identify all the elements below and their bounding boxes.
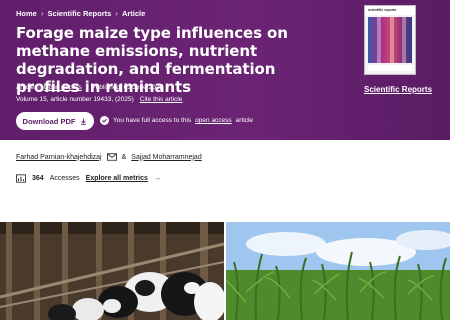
check-circle-icon [100, 116, 109, 125]
barn-illustration [0, 222, 224, 320]
cornfield-illustration [226, 222, 450, 320]
cover-title: scientific reports [365, 6, 415, 15]
download-pdf-button[interactable]: Download PDF [16, 112, 94, 130]
explore-all-metrics-link[interactable]: Explore all metrics [86, 175, 148, 182]
volume-info: Volume 15, article number 19433, (2025) [16, 96, 134, 103]
meta-divider: | [38, 84, 40, 91]
author-link[interactable]: Farhad Parnian-khajehdizaj [16, 154, 102, 161]
access-note: You have full access to this open access… [100, 116, 253, 125]
article-header-banner: Home › Scientific Reports › Article Fora… [0, 0, 450, 140]
cornfield-photo [226, 222, 450, 320]
arrow-right-icon: → [153, 175, 161, 182]
download-pdf-label: Download PDF [22, 116, 76, 126]
accesses-count: 364 [32, 175, 44, 182]
cover-stripe [390, 17, 394, 63]
breadcrumb-home-link[interactable]: Home [16, 9, 37, 18]
article-citation-meta: Volume 15, article number 19433, (2025) … [16, 96, 182, 103]
breadcrumb-section-link[interactable]: Scientific Reports [48, 9, 112, 18]
cover-stripe [377, 17, 381, 63]
breadcrumb-separator: › [40, 9, 44, 18]
meta-divider: | [85, 84, 88, 91]
article-type: Article [16, 84, 35, 91]
journal-name-link[interactable]: Scientific Reports [364, 85, 432, 94]
cows-in-barn-photo [0, 222, 224, 320]
access-note-prefix: You have full access to this [113, 117, 192, 124]
download-icon [81, 118, 87, 125]
breadcrumb-current: Article [121, 9, 146, 18]
open-access-link[interactable]: Open access [44, 84, 82, 91]
cite-this-article-link[interactable]: Cite this article [140, 96, 183, 103]
author-list: Farhad Parnian-khajehdizaj & Sajjad Moha… [16, 153, 202, 161]
bar-chart-icon [16, 174, 26, 183]
published-date: Published: 03 June 2025 [91, 84, 163, 91]
breadcrumb: Home › Scientific Reports › Article [16, 9, 145, 18]
accesses-label: Accesses [49, 175, 80, 182]
journal-cover-image[interactable]: scientific reports [364, 5, 416, 75]
access-note-suffix: article [235, 117, 254, 124]
breadcrumb-separator: › [115, 9, 118, 18]
author-joiner: & [121, 153, 127, 161]
cover-artwork [368, 17, 412, 63]
article-metrics: 364 Accesses Explore all metrics → [16, 174, 161, 183]
article-meta: Article | Open access | Published: 03 Ju… [16, 84, 163, 91]
author-link[interactable]: Sajjad Moharramnejad [131, 154, 201, 161]
cover-footer [368, 65, 412, 71]
cover-stripe [402, 17, 406, 63]
mail-icon[interactable] [106, 153, 117, 161]
access-note-open-access-link[interactable]: open access [195, 117, 232, 124]
